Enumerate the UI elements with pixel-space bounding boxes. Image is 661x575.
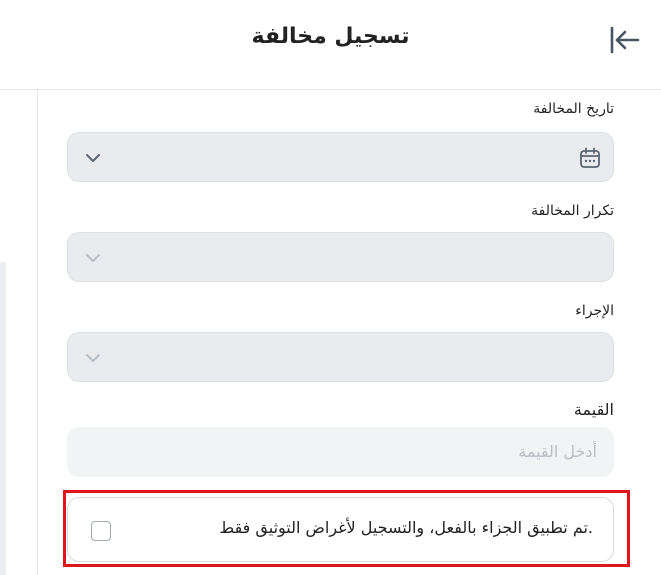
penalty-applied-label: .تم تطبيق الجزاء بالفعل، والتسجيل لأغراض… — [219, 518, 593, 537]
background-sidebar-edge — [0, 262, 6, 575]
calendar-icon — [580, 147, 600, 168]
arrow-left-to-line-icon — [610, 26, 640, 54]
action-select[interactable] — [67, 332, 614, 382]
chevron-down-icon — [86, 354, 100, 362]
value-input[interactable]: أدخل القيمة — [67, 427, 614, 477]
violation-repetition-label: تكرار المخالفة — [531, 203, 614, 219]
value-input-placeholder: أدخل القيمة — [518, 442, 597, 461]
action-label: الإجراء — [575, 303, 614, 319]
chevron-down-icon — [86, 254, 100, 262]
violation-date-label: تاريخ المخالفة — [533, 101, 614, 117]
page-title: تسجيل مخالفة — [251, 24, 410, 49]
back-button[interactable] — [604, 24, 644, 56]
header-bar: تسجيل مخالفة — [0, 0, 661, 90]
chevron-down-icon — [86, 154, 100, 162]
penalty-applied-checkbox[interactable] — [91, 521, 111, 541]
violation-repetition-select[interactable] — [67, 232, 614, 282]
value-label: القيمة — [573, 400, 614, 419]
violation-date-picker[interactable] — [67, 132, 614, 182]
penalty-applied-option[interactable]: .تم تطبيق الجزاء بالفعل، والتسجيل لأغراض… — [67, 497, 614, 562]
